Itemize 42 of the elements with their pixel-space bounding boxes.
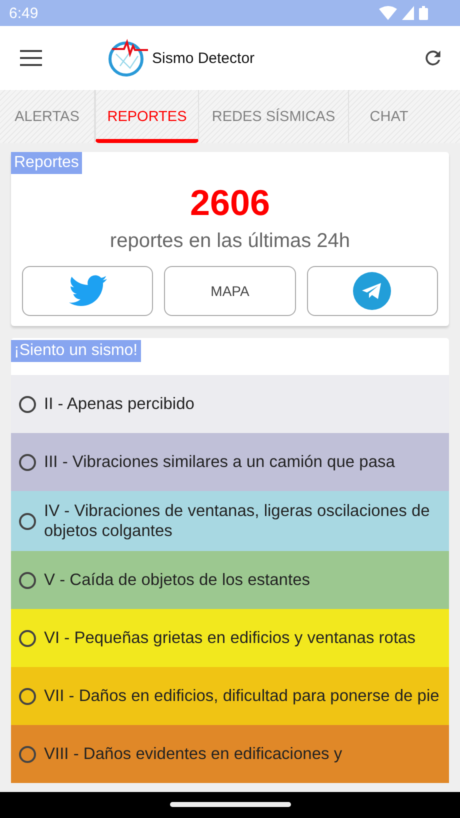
paper-plane-icon	[353, 272, 392, 310]
option-label: VIII - Daños evidentes en edificaciones y	[44, 744, 342, 764]
radio-button[interactable]	[19, 454, 36, 470]
radio-button[interactable]	[19, 746, 36, 762]
map-button[interactable]: MAPA	[164, 266, 296, 316]
intensity-option[interactable]: V - Caída de objetos de los estantes	[11, 551, 449, 609]
twitter-button[interactable]	[22, 266, 154, 316]
radio-button[interactable]	[19, 512, 36, 530]
card-heading: ¡Siento un sismo!	[11, 340, 141, 362]
clock-time: 6:49	[9, 4, 38, 22]
intensity-option[interactable]: VIII - Daños evidentes en edificaciones y	[11, 725, 449, 783]
intensity-option[interactable]: II - Apenas percibido	[11, 375, 449, 433]
wifi-icon	[379, 6, 397, 20]
intensity-option[interactable]: VII - Daños en edificios, dificultad para ponerse de pie	[11, 667, 449, 725]
option-label: II - Apenas percibido	[44, 394, 194, 414]
home-handle[interactable]	[170, 802, 290, 806]
intensity-option[interactable]: III - Vibraciones similares a un camión que pasa	[11, 433, 449, 491]
radio-button[interactable]	[19, 572, 36, 588]
tab[interactable]: ALERTAS	[0, 90, 95, 143]
battery-icon	[419, 6, 428, 20]
tab[interactable]: CHAT	[349, 90, 429, 143]
option-label: IV - Vibraciones de ventanas, ligeras oscilaciones de objetos colgantes	[44, 501, 431, 541]
app-title: Sismo Detector	[152, 50, 255, 66]
telegram-button[interactable]	[306, 266, 438, 316]
radio-button[interactable]	[19, 688, 36, 704]
bird-icon	[68, 275, 107, 307]
option-label: VII - Daños en edificios, dificultad para ponerse de pie	[44, 686, 440, 706]
radio-button[interactable]	[19, 630, 36, 646]
tab[interactable]: REPORTES	[95, 90, 199, 143]
menu-icon[interactable]	[20, 50, 42, 66]
radio-button[interactable]	[19, 396, 36, 412]
report-count: 2606	[188, 182, 272, 224]
report-caption: reportes en las últimas 24h	[108, 230, 352, 253]
signal-icon	[402, 6, 414, 20]
option-label: III - Vibraciones similares a un camión que pasa	[44, 452, 395, 472]
card-heading: Reportes	[11, 152, 82, 174]
intensity-option[interactable]: VI - Pequeñas grietas en edificios y ventanas rotas	[11, 609, 449, 667]
option-label: V - Caída de objetos de los estantes	[44, 570, 310, 590]
globe-pulse-icon	[108, 38, 148, 78]
option-label: VI - Pequeñas grietas en edificios y ventanas rotas	[44, 628, 416, 648]
intensity-option[interactable]: IV - Vibraciones de ventanas, ligeras oscilaciones de objetos colgantes	[11, 491, 449, 551]
tab[interactable]: REDES SÍSMICAS	[199, 90, 349, 143]
